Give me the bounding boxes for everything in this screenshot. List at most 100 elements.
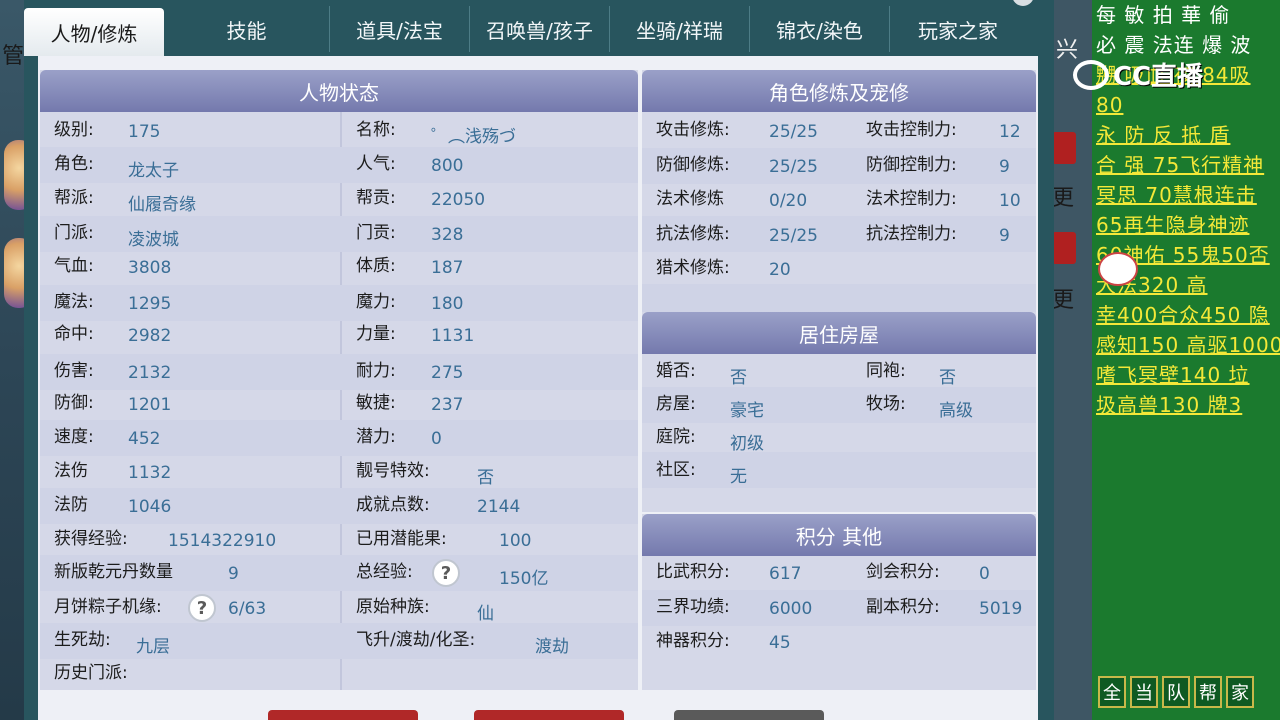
- info-value: 高级: [939, 401, 973, 421]
- info-label: 比武积分:: [656, 562, 730, 582]
- info-label: 防御修炼:: [656, 154, 730, 175]
- info-label: 剑会积分:: [866, 562, 940, 582]
- stat-value: 237: [431, 395, 464, 415]
- stat-label: 命中:: [54, 324, 94, 344]
- info-label: 庭院:: [656, 427, 696, 447]
- info-label: 抗法修炼:: [656, 223, 730, 244]
- channel-button[interactable]: 队: [1162, 676, 1190, 708]
- background-right: [1050, 0, 1092, 720]
- info-label: 三界功绩:: [656, 596, 730, 617]
- chat-channel-buttons: 全当队帮家: [1098, 676, 1254, 708]
- bottom-button[interactable]: [268, 710, 418, 720]
- cc-logo-icon: [1073, 59, 1109, 90]
- stat-label: 法防: [54, 495, 88, 515]
- stat-label: 新版乾元丹数量: [54, 562, 173, 582]
- channel-button[interactable]: 全: [1098, 676, 1126, 708]
- stat-value: 龙太子: [128, 161, 179, 181]
- info-value: 20: [769, 260, 791, 280]
- info-value: 25/25: [769, 156, 818, 177]
- info-label: 猎术修炼:: [656, 258, 730, 278]
- stat-label: 靓号特效:: [356, 461, 430, 481]
- info-value: 0: [979, 564, 990, 584]
- info-label: 攻击修炼:: [656, 120, 730, 140]
- chat-line: 冥思 70慧根连击: [1096, 183, 1257, 207]
- stat-value: 仙: [477, 604, 494, 624]
- stat-value: 22050: [431, 190, 486, 210]
- stat-value: 150亿: [499, 569, 549, 589]
- info-value: 25/25: [769, 122, 818, 142]
- info-label: 社区:: [656, 460, 696, 480]
- stat-value: 1514322910: [168, 531, 277, 551]
- tab-bar: 人物/修炼 技能 道具/法宝 召唤兽/孩子 坐骑/祥瑞 锦衣/染色 玩家之家: [24, 0, 1026, 56]
- stat-value: 9: [228, 564, 239, 584]
- stat-value: 1131: [431, 326, 475, 346]
- stat-label: 潜力:: [356, 427, 396, 447]
- info-value: 12: [999, 122, 1021, 142]
- channel-button[interactable]: 当: [1130, 676, 1158, 708]
- stat-value: 渡劫: [535, 637, 569, 657]
- tab-character-cultivation[interactable]: 人物/修炼: [24, 8, 164, 56]
- info-value: 否: [939, 368, 956, 388]
- help-icon[interactable]: ?: [432, 559, 460, 587]
- stat-value: 否: [477, 468, 494, 488]
- stat-value: 2982: [128, 326, 172, 346]
- background-red-tag: [1052, 132, 1076, 164]
- logo-text: CC直播: [1113, 62, 1204, 92]
- channel-button[interactable]: 家: [1226, 676, 1254, 708]
- stat-value: 180: [431, 294, 464, 314]
- chat-line: 永 防 反 抵 盾: [1096, 123, 1231, 147]
- info-value: 5019: [979, 598, 1023, 619]
- stat-value: 6/63: [228, 599, 267, 619]
- tab-items[interactable]: 道具/法宝: [330, 6, 470, 52]
- bottom-button[interactable]: [474, 710, 624, 720]
- info-label: 牧场:: [866, 394, 906, 414]
- stat-value: 1295: [128, 294, 172, 314]
- tab-skills[interactable]: 技能: [164, 6, 330, 52]
- stat-value: 仙履奇缘: [128, 195, 196, 215]
- info-label: 神器积分:: [656, 631, 730, 651]
- stat-value: 2144: [477, 497, 521, 517]
- chat-line: 每 敏 拍 華 偷: [1096, 3, 1231, 27]
- stat-value: 2132: [128, 363, 172, 383]
- stat-value: 187: [431, 258, 464, 278]
- info-label: 抗法控制力:: [866, 223, 957, 244]
- info-label: 法术控制力:: [866, 189, 957, 209]
- stat-label: 帮贡:: [356, 188, 396, 208]
- background-text: 管: [2, 44, 25, 69]
- stat-value: 九层: [136, 637, 170, 657]
- stat-label: 生死劫:: [54, 630, 111, 650]
- background-text: 更: [1052, 186, 1075, 211]
- stat-value: 275: [431, 363, 464, 383]
- info-value: 10: [999, 191, 1021, 211]
- chat-line: 感知150 高驱1000: [1096, 333, 1280, 357]
- chat-line: 65再生隐身神迹: [1096, 213, 1250, 237]
- npc-avatar-icon: [1098, 252, 1138, 286]
- stat-value: 800: [431, 156, 464, 176]
- stat-label: 体质:: [356, 256, 396, 276]
- tab-player-home[interactable]: 玩家之家: [890, 6, 1026, 52]
- score-panel-title: 积分 其他: [642, 514, 1036, 556]
- stat-label: 获得经验:: [54, 529, 128, 549]
- stat-label: 法伤: [54, 461, 88, 481]
- stat-label: 角色:: [54, 154, 94, 174]
- tab-outfits[interactable]: 锦衣/染色: [750, 6, 890, 52]
- channel-button[interactable]: 帮: [1194, 676, 1222, 708]
- stat-value: ゜︵浅殇づ: [431, 127, 516, 147]
- tab-pets[interactable]: 召唤兽/孩子: [470, 6, 610, 52]
- stat-value: 凌波城: [128, 230, 179, 250]
- tab-mounts[interactable]: 坐骑/祥瑞: [610, 6, 750, 52]
- stat-label: 帮派:: [54, 188, 94, 208]
- info-label: 法术修炼: [656, 189, 724, 209]
- stat-value: 175: [128, 122, 161, 142]
- stat-label: 已用潜能果:: [356, 529, 447, 549]
- info-label: 攻击控制力:: [866, 120, 957, 140]
- info-label: 防御控制力:: [866, 154, 957, 175]
- stat-label: 级别:: [54, 120, 94, 140]
- help-icon[interactable]: ?: [188, 594, 216, 622]
- stat-label: 飞升/渡劫/化圣:: [356, 630, 476, 650]
- chat-line: 80: [1096, 93, 1124, 117]
- column-divider: [340, 112, 342, 690]
- stat-label: 敏捷:: [356, 393, 396, 413]
- info-value: 0/20: [769, 191, 808, 211]
- bottom-button[interactable]: [674, 710, 824, 720]
